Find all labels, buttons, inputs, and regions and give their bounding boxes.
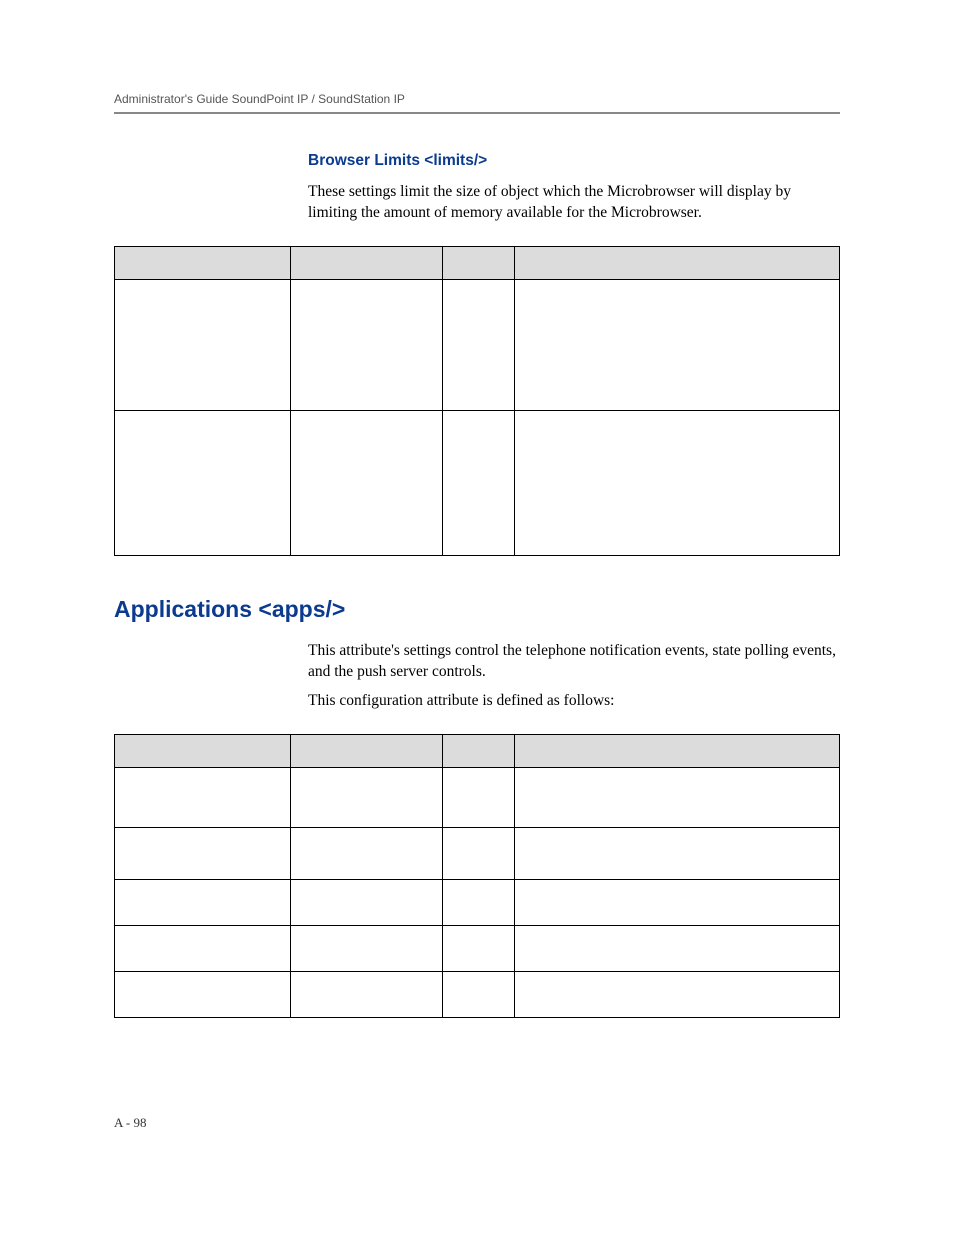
col-header bbox=[515, 246, 840, 279]
col-header bbox=[115, 246, 291, 279]
table-row bbox=[115, 279, 840, 410]
table-cell bbox=[515, 410, 840, 555]
col-header bbox=[443, 246, 515, 279]
table-cell bbox=[291, 971, 443, 1017]
table-cell bbox=[291, 879, 443, 925]
table-cell bbox=[291, 410, 443, 555]
table-header-row bbox=[115, 734, 840, 767]
paragraph-browser-limits: These settings limit the size of object … bbox=[308, 182, 840, 224]
table-cell bbox=[443, 971, 515, 1017]
table-cell bbox=[515, 827, 840, 879]
table-cell bbox=[443, 410, 515, 555]
heading-applications: Applications <apps/> bbox=[114, 596, 840, 623]
table-cell bbox=[443, 279, 515, 410]
table-row bbox=[115, 410, 840, 555]
table-cell bbox=[515, 879, 840, 925]
table-cell bbox=[443, 925, 515, 971]
table-cell bbox=[515, 971, 840, 1017]
col-header bbox=[443, 734, 515, 767]
table-row bbox=[115, 827, 840, 879]
table-cell bbox=[115, 925, 291, 971]
header-rule bbox=[114, 112, 840, 114]
table-header-row bbox=[115, 246, 840, 279]
table-cell bbox=[291, 767, 443, 827]
table-applications bbox=[114, 734, 840, 1018]
table-cell bbox=[291, 925, 443, 971]
table-cell bbox=[443, 827, 515, 879]
table-cell bbox=[291, 279, 443, 410]
running-head: Administrator's Guide SoundPoint IP / So… bbox=[114, 92, 840, 106]
paragraph-applications-2: This configuration attribute is defined … bbox=[308, 691, 840, 712]
table-cell bbox=[115, 971, 291, 1017]
table-browser-limits bbox=[114, 246, 840, 556]
page-number: A - 98 bbox=[114, 1115, 147, 1131]
col-header bbox=[515, 734, 840, 767]
col-header bbox=[115, 734, 291, 767]
table-cell bbox=[291, 827, 443, 879]
table-cell bbox=[115, 279, 291, 410]
table-cell bbox=[515, 279, 840, 410]
subheading-browser-limits: Browser Limits <limits/> bbox=[308, 152, 840, 170]
table-cell bbox=[443, 767, 515, 827]
table-cell bbox=[515, 925, 840, 971]
table-cell bbox=[115, 827, 291, 879]
table-row bbox=[115, 971, 840, 1017]
table-cell bbox=[115, 879, 291, 925]
table-cell bbox=[115, 410, 291, 555]
table-cell bbox=[443, 879, 515, 925]
table-row bbox=[115, 767, 840, 827]
col-header bbox=[291, 246, 443, 279]
paragraph-applications-1: This attribute's settings control the te… bbox=[308, 641, 840, 683]
table-row bbox=[115, 925, 840, 971]
col-header bbox=[291, 734, 443, 767]
table-cell bbox=[515, 767, 840, 827]
table-cell bbox=[115, 767, 291, 827]
table-row bbox=[115, 879, 840, 925]
